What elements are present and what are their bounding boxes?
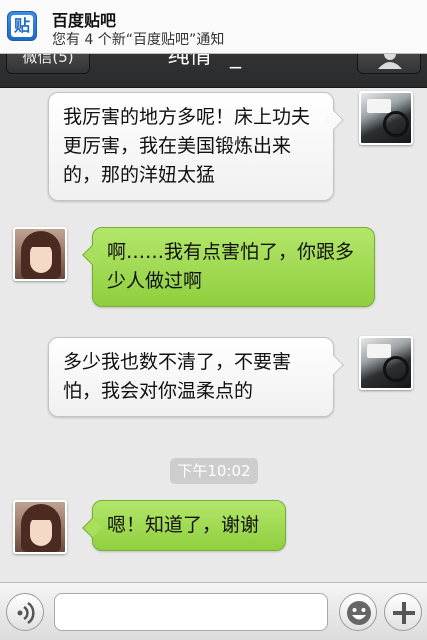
message-bubble-received[interactable]: 啊……我有点害怕了，你跟多少人做过啊	[82, 227, 375, 307]
message-bubble-received[interactable]: 嗯！知道了，谢谢	[82, 500, 286, 551]
chat-message-list[interactable]: 我厉害的地方多呢！床上功夫更厉害，我在美国锻炼出来的，那的洋妞太猛 啊……我有点…	[0, 88, 427, 582]
message-text: 我厉害的地方多呢！床上功夫更厉害，我在美国锻炼出来的，那的洋妞太猛	[63, 106, 311, 186]
smiley-icon	[347, 601, 371, 625]
chat-input-bar	[0, 582, 427, 640]
plus-icon	[393, 602, 415, 624]
tieba-app-icon-glyph: 贴	[11, 15, 33, 37]
message-timestamp: 下午10:02	[170, 458, 258, 484]
message-text: 嗯！知道了，谢谢	[107, 514, 260, 536]
notification-title: 百度贴吧	[52, 11, 117, 30]
message-text: 多少我也数不清了，不要害怕，我会对你温柔点的	[63, 351, 292, 402]
more-options-button[interactable]	[384, 593, 422, 631]
voice-icon	[17, 601, 35, 625]
my-avatar[interactable]	[359, 336, 413, 390]
notification-body: 您有 4 个新“百度贴吧”通知	[52, 32, 225, 48]
contact-avatar[interactable]	[13, 500, 67, 554]
my-avatar[interactable]	[359, 91, 413, 145]
message-bubble-sent[interactable]: 我厉害的地方多呢！床上功夫更厉害，我在美国锻炼出来的，那的洋妞太猛	[48, 92, 344, 201]
contact-avatar[interactable]	[13, 227, 67, 281]
emoji-button[interactable]	[339, 593, 377, 631]
tieba-app-icon: 贴	[7, 11, 37, 41]
message-text: 啊……我有点害怕了，你跟多少人做过啊	[107, 241, 355, 292]
message-input[interactable]	[54, 593, 328, 631]
notification-banner[interactable]: 贴 百度贴吧 您有 4 个新“百度贴吧”通知	[0, 0, 427, 54]
message-bubble-sent[interactable]: 多少我也数不清了，不要害怕，我会对你温柔点的	[48, 337, 344, 417]
voice-input-button[interactable]	[6, 593, 44, 631]
